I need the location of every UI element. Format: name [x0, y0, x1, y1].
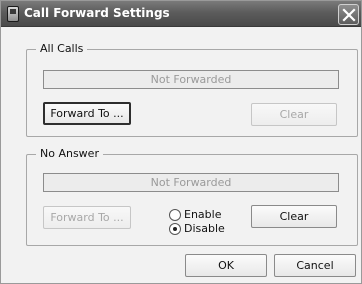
no-answer-forward-button[interactable]: Forward To ... — [43, 206, 131, 229]
no-answer-group: No Answer Not Forwarded Forward To ... E… — [26, 147, 358, 246]
call-forward-dialog: Call Forward Settings All Calls Not Forw… — [0, 0, 362, 284]
close-icon — [342, 8, 356, 22]
disable-radio-label: Disable — [184, 222, 225, 235]
close-button[interactable] — [338, 4, 359, 25]
cancel-button[interactable]: Cancel — [274, 254, 356, 277]
disable-radio-option[interactable]: Disable — [169, 222, 239, 236]
enable-radio-option[interactable]: Enable — [169, 208, 239, 222]
enable-radio-label: Enable — [184, 208, 222, 221]
all-calls-legend: All Calls — [36, 42, 88, 55]
phone-app-icon — [7, 6, 19, 22]
disable-radio[interactable] — [169, 223, 181, 235]
all-calls-forward-button[interactable]: Forward To ... — [43, 102, 131, 125]
title-bar[interactable]: Call Forward Settings — [1, 1, 361, 27]
all-calls-group: All Calls Not Forwarded Forward To ... C… — [26, 42, 358, 137]
no-answer-legend: No Answer — [36, 147, 103, 160]
ok-button[interactable]: OK — [185, 254, 267, 277]
no-answer-clear-button[interactable]: Clear — [251, 205, 337, 228]
enable-radio[interactable] — [169, 209, 181, 221]
window-title: Call Forward Settings — [24, 6, 170, 20]
all-calls-status: Not Forwarded — [43, 70, 339, 89]
all-calls-clear-button[interactable]: Clear — [251, 103, 337, 126]
no-answer-status: Not Forwarded — [43, 173, 339, 192]
